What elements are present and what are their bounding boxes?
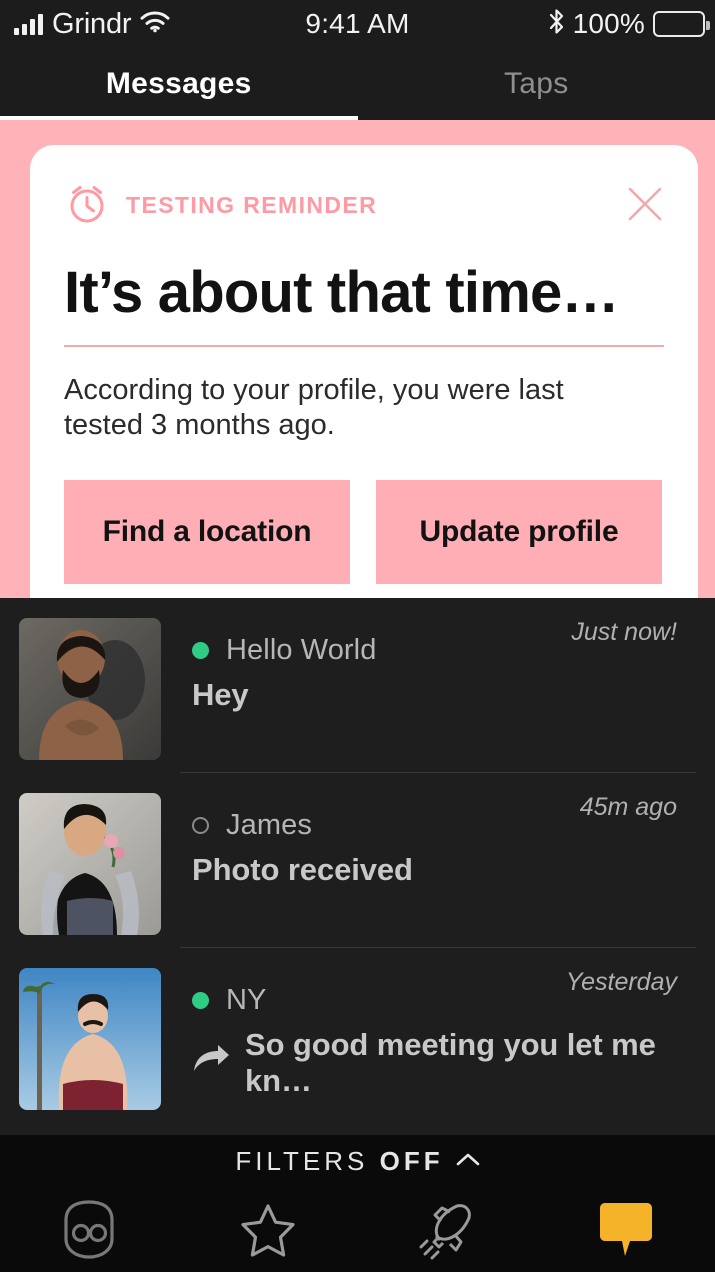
chat-bubble-icon <box>595 1199 657 1261</box>
conversation-preview: So good meeting you let me kn… <box>192 1027 696 1099</box>
grindr-mask-icon <box>59 1199 119 1261</box>
conversation-preview: Hey <box>192 677 696 713</box>
conversation-preview-text: Photo received <box>192 852 413 887</box>
star-icon <box>239 1202 297 1258</box>
conversation-content: NY So good meeting you let me kn… Yester… <box>192 968 696 1123</box>
avatar-ny[interactable] <box>19 968 161 1110</box>
conversation-list[interactable]: Hello World Hey Just now! James Photo re… <box>0 598 715 1135</box>
avatar-james[interactable] <box>19 793 161 935</box>
tab-messages-label: Messages <box>105 67 252 100</box>
bottom-nav-bar <box>0 1188 715 1272</box>
card-header: TESTING REMINDER <box>64 179 664 231</box>
conversation-row[interactable]: James Photo received 45m ago <box>0 773 715 948</box>
battery-percent-label: 100% <box>572 8 645 39</box>
conversation-content: Hello World Hey Just now! <box>192 618 696 773</box>
close-icon[interactable] <box>622 181 668 227</box>
card-divider <box>64 345 664 347</box>
card-body-text: According to your profile, you were last… <box>64 373 564 442</box>
filters-label: FILTERS OFF <box>235 1146 443 1177</box>
filters-toggle[interactable]: FILTERS OFF <box>0 1135 715 1188</box>
nav-messages-button[interactable] <box>536 1188 715 1272</box>
online-status-dot <box>192 992 209 1009</box>
find-a-location-button[interactable]: Find a location <box>64 479 350 584</box>
conversation-name: Hello World <box>226 634 377 666</box>
top-tab-bar: Messages Taps <box>0 48 715 120</box>
filters-label-prefix: FILTERS <box>235 1146 380 1176</box>
conversation-row[interactable]: NY So good meeting you let me kn… Yester… <box>0 948 715 1123</box>
alarm-clock-icon <box>64 180 110 231</box>
rocket-icon <box>417 1200 477 1260</box>
card-title: It’s about that time… <box>64 260 619 325</box>
battery-full-icon <box>653 11 710 37</box>
status-bar: Grindr 9:41 AM 100% <box>0 0 715 48</box>
forward-arrow-icon <box>192 1044 245 1082</box>
card-kicker-label: TESTING REMINDER <box>126 191 378 218</box>
conversation-timestamp: Yesterday <box>565 968 677 996</box>
conversation-timestamp: Just now! <box>571 618 677 646</box>
card-actions: Find a location Update profile <box>64 479 664 584</box>
status-bar-right: 100% <box>548 0 710 48</box>
conversation-preview-text: Hey <box>192 677 249 712</box>
bluetooth-icon <box>548 8 565 40</box>
nav-favorites-button[interactable] <box>179 1188 358 1272</box>
app-root: Grindr 9:41 AM 100% Messages Taps TESTIN… <box>0 0 715 1272</box>
conversation-name: NY <box>226 984 267 1016</box>
conversation-content: James Photo received 45m ago <box>192 793 696 948</box>
nav-browse-button[interactable] <box>0 1188 179 1272</box>
nav-explore-button[interactable] <box>358 1188 537 1272</box>
conversation-preview-text: So good meeting you let me kn… <box>245 1027 656 1098</box>
tab-messages[interactable]: Messages <box>0 48 358 120</box>
conversation-row[interactable]: Hello World Hey Just now! <box>0 598 715 773</box>
tab-taps-label: Taps <box>503 67 569 100</box>
update-profile-button[interactable]: Update profile <box>376 479 662 584</box>
conversation-name: James <box>226 809 312 841</box>
avatar-hello-world[interactable] <box>19 618 161 760</box>
testing-reminder-banner: TESTING REMINDER It’s about that time… A… <box>0 120 715 598</box>
testing-reminder-card: TESTING REMINDER It’s about that time… A… <box>30 145 698 598</box>
conversation-timestamp: 45m ago <box>579 793 677 821</box>
chevron-up-icon <box>456 1152 480 1172</box>
online-status-dot <box>192 642 209 659</box>
tab-taps[interactable]: Taps <box>358 48 715 120</box>
conversation-preview: Photo received <box>192 852 696 888</box>
offline-status-dot <box>192 817 209 834</box>
filters-label-value: OFF <box>379 1146 444 1176</box>
